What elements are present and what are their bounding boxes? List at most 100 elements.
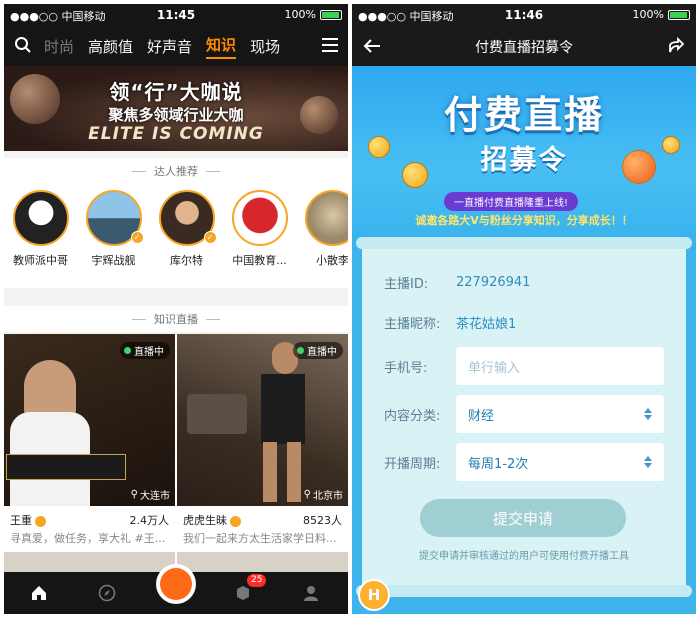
talent-name: 教师派中哥: [13, 254, 68, 267]
form-scroll: 主播ID: 227926941 主播昵称: 茶花姑娘1 手机号: 单行输入 内容…: [356, 237, 692, 597]
talent-name: 小散李: [316, 254, 348, 267]
talent-name: 宇辉战舰: [91, 254, 136, 267]
nickname-label: 主播昵称:: [384, 316, 441, 332]
next-card-peek: [4, 552, 175, 572]
page-header: 付费直播招募令: [352, 26, 696, 66]
period-value: 每周1-2次: [468, 456, 529, 472]
avatar: [304, 190, 348, 246]
submit-note: 提交申请并审核通过的用户可使用付费开播工具: [419, 551, 629, 562]
card-header: 虎虎生昧 8523人: [183, 512, 342, 528]
banner-subtitle: 聚焦多领域行业大咖: [108, 106, 244, 124]
section-title: 知识直播: [154, 313, 198, 326]
live-status-badge: 直播中: [120, 342, 170, 359]
left-phone-screen: ●●●○○ 中国移动 11:45 100% 时尚 高颜值 好声音 知识 现场 领…: [4, 4, 348, 614]
section-header-live: 知识直播: [4, 306, 348, 332]
app-logo-float-button[interactable]: H: [358, 579, 390, 611]
battery-icon: [668, 9, 690, 20]
submit-button[interactable]: 提交申请: [420, 499, 626, 537]
phone-row: 手机号: 单行输入: [384, 347, 664, 385]
talent-item[interactable]: 中国教育...: [223, 184, 296, 288]
live-thumbnail: 直播中 ⚲ 大连市: [4, 334, 175, 506]
status-right: 100%: [633, 8, 690, 21]
talent-item[interactable]: ✓ 库尔特: [150, 184, 223, 288]
next-card-peek: [177, 552, 348, 572]
card-description: 寻真爱，做任务，享大礼 #王...: [10, 532, 166, 545]
battery-percent: 100%: [632, 8, 664, 21]
status-bar: ●●●○○ 中国移动 11:46 100%: [352, 4, 696, 26]
page-title: 付费直播招募令: [475, 40, 573, 56]
nickname-value: 茶花姑娘1: [456, 316, 517, 332]
category-select[interactable]: 财经: [456, 395, 664, 433]
live-status-badge: 直播中: [293, 342, 343, 359]
home-icon[interactable]: [30, 584, 48, 602]
hero-tagline: 诚邀各路大V与粉丝分享知识，分享成长！！: [415, 214, 633, 227]
banner-title: 领“行”大咖说: [109, 80, 243, 104]
select-arrows-icon: [644, 408, 652, 420]
verified-icon: ✓: [130, 231, 144, 244]
anchor-id-label: 主播ID:: [384, 276, 429, 292]
promo-banner[interactable]: 领“行”大咖说 聚焦多领域行业大咖 ELITE IS COMING: [4, 66, 348, 151]
phone-label: 手机号:: [384, 360, 428, 376]
viewer-count: 8523人: [303, 514, 342, 527]
message-icon[interactable]: [234, 584, 252, 602]
avatar: [231, 190, 288, 246]
avatar: [12, 190, 69, 246]
tab-fashion[interactable]: 时尚: [44, 36, 74, 57]
start-live-button[interactable]: [156, 564, 196, 604]
right-phone-screen: ●●●○○ 中国移动 11:46 100% 付费直播招募令 付费直播 招募令 一…: [352, 4, 696, 614]
tab-live-scene[interactable]: 现场: [250, 36, 280, 57]
bottom-tab-bar: 25: [4, 564, 348, 614]
location-pin-icon: ⚲: [130, 489, 138, 500]
announcement-pill: 一直播付费直播隆重上线!: [444, 192, 579, 211]
share-icon[interactable]: [666, 36, 686, 56]
talent-item[interactable]: 教师派中哥: [4, 184, 77, 288]
talent-name: 库尔特: [170, 254, 203, 267]
anchor-name-row: 王重: [10, 512, 46, 528]
scroll-roll: [356, 585, 692, 597]
talent-item[interactable]: ✓ 宇辉战舰: [77, 184, 150, 288]
location-pin-icon: ⚲: [303, 489, 311, 500]
period-row: 开播周期: 每周1-2次: [384, 443, 664, 481]
talent-row: 教师派中哥 ✓ 宇辉战舰 ✓ 库尔特 中国教育... 小散李: [4, 184, 348, 288]
card-description: 我们一起来方太生活家学日料...: [183, 532, 337, 545]
scroll-roll: [356, 237, 692, 249]
banner-english: ELITE IS COMING: [88, 124, 264, 144]
talent-item[interactable]: 小散李: [296, 184, 348, 288]
anchor-name: 虎虎生昧: [183, 514, 227, 527]
tab-knowledge[interactable]: 知识: [206, 34, 237, 59]
profile-icon[interactable]: [302, 584, 320, 602]
category-label: 内容分类:: [384, 408, 441, 424]
hero-subtitle: 招募令: [480, 145, 568, 176]
discover-icon[interactable]: [98, 584, 116, 602]
live-grid: 直播中 ⚲ 大连市 王重 2.4万人 寻真爱，做任务，享大礼 #王... 直播中 …: [4, 334, 348, 574]
viewer-count: 2.4万人: [129, 514, 170, 527]
live-card[interactable]: 直播中 ⚲ 大连市 王重 2.4万人 寻真爱，做任务，享大礼 #王...: [4, 334, 175, 574]
category-row: 内容分类: 财经: [384, 395, 664, 433]
location-label: ⚲ 大连市: [130, 489, 170, 502]
battery-percent: 100%: [284, 8, 316, 21]
period-select[interactable]: 每周1-2次: [456, 443, 664, 481]
battery-icon: [320, 9, 342, 20]
section-header-talents: 达人推荐: [4, 158, 348, 184]
talent-name: 中国教育...: [232, 254, 287, 267]
phone-input[interactable]: 单行输入: [456, 347, 664, 385]
live-card[interactable]: 直播中 ⚲ 北京市 虎虎生昧 8523人 我们一起来方太生活家学日料...: [177, 334, 348, 574]
live-thumbnail: 直播中 ⚲ 北京市: [177, 334, 348, 506]
phone-placeholder: 单行输入: [468, 360, 521, 376]
category-tabs: 时尚 高颜值 好声音 知识 现场: [44, 26, 280, 66]
tab-good-voice[interactable]: 好声音: [147, 36, 192, 57]
hero-title: 付费直播: [443, 93, 604, 137]
anchor-id-row: 主播ID: 227926941: [384, 263, 664, 301]
period-label: 开播周期:: [384, 456, 441, 472]
verified-icon: [35, 515, 46, 527]
verified-icon: [230, 515, 241, 527]
search-icon[interactable]: [14, 36, 32, 54]
category-nav: 时尚 高颜值 好声音 知识 现场: [4, 26, 348, 66]
anchor-id-value: 227926941: [456, 274, 531, 290]
nickname-row: 主播昵称: 茶花姑娘1: [384, 303, 664, 341]
hero-banner: 付费直播 招募令 一直播付费直播隆重上线! 诚邀各路大V与粉丝分享知识，分享成长…: [352, 66, 696, 241]
section-title: 达人推荐: [154, 165, 198, 178]
menu-icon[interactable]: [322, 38, 338, 52]
tab-good-looks[interactable]: 高颜值: [88, 36, 133, 57]
message-badge: 25: [247, 574, 267, 587]
